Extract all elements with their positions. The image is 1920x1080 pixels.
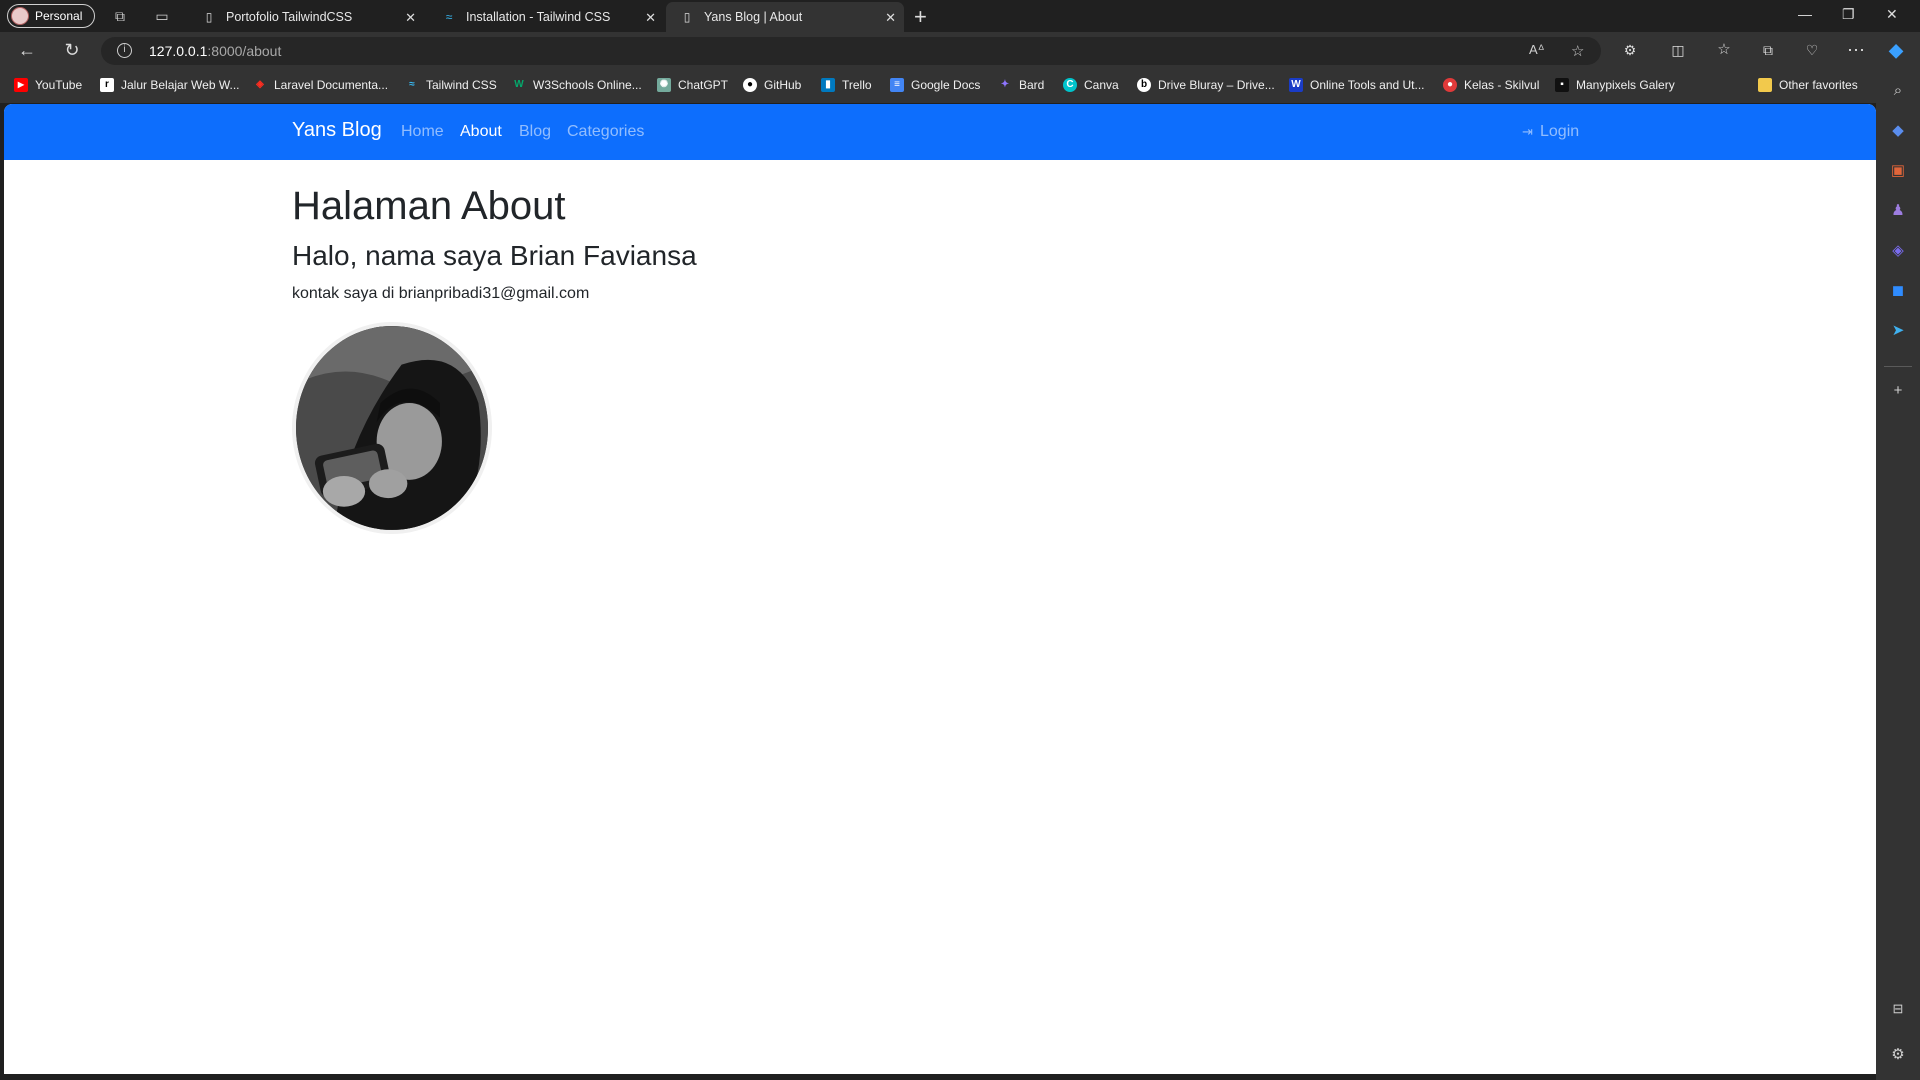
shopping-icon[interactable]: ◆ (1889, 122, 1907, 140)
bookmark-drive-bluray[interactable]: b Drive Bluray – Drive... (1137, 78, 1275, 92)
tab-strip: Personal ⧉ ▭ ▯ Portofolio TailwindCSS ✕ … (0, 0, 1920, 32)
add-icon[interactable]: + (1889, 382, 1907, 400)
minimize-icon[interactable]: — (1798, 6, 1812, 22)
site-navbar: Yans Blog Home About Blog Categories ⇥ L… (4, 104, 1876, 160)
bookmark-manypixels[interactable]: ▪ Manypixels Galery (1555, 78, 1675, 92)
window-close-icon[interactable]: ✕ (1886, 6, 1898, 23)
site-info-icon[interactable]: i (117, 43, 132, 58)
bookmarks-bar: ▶ YouTube r Jalur Belajar Web W... ◈ Larave… (0, 68, 1920, 103)
bard-icon: ✦ (1000, 79, 1010, 90)
nav-link-about[interactable]: About (460, 123, 502, 141)
bookmark-other-favorites[interactable]: Other favorites (1758, 78, 1858, 92)
profile-label: Personal (35, 9, 83, 23)
page-icon: ▯ (205, 10, 213, 24)
refresh-icon[interactable]: ↻ (62, 40, 82, 60)
page-title: Halaman About (292, 184, 566, 228)
bookmark-github[interactable]: ● GitHub (743, 78, 801, 92)
online-tools-icon: W (1289, 78, 1303, 92)
close-icon[interactable]: ✕ (405, 10, 416, 26)
bookmark-chatgpt[interactable]: ✺ ChatGPT (657, 78, 728, 92)
manypixels-icon: ▪ (1555, 78, 1569, 92)
trello-icon: ▮ (821, 78, 835, 92)
bookmark-w3schools[interactable]: W W3Schools Online... (512, 78, 641, 92)
canva-icon: C (1063, 78, 1077, 92)
github-icon: ● (743, 78, 757, 92)
games-icon[interactable]: ♟ (1889, 202, 1907, 220)
bookmark-trello[interactable]: ▮ Trello (821, 78, 872, 92)
tab-yans-blog-about[interactable]: ▯ Yans Blog | About ✕ (666, 2, 904, 32)
youtube-icon: ▶ (14, 78, 28, 92)
nav-link-categories[interactable]: Categories (567, 123, 644, 141)
chatgpt-icon: ✺ (657, 78, 671, 92)
bookmark-laravel[interactable]: ◈ Laravel Documenta... (253, 78, 388, 92)
bookmark-jalur-belajar[interactable]: r Jalur Belajar Web W... (100, 78, 240, 92)
login-link[interactable]: ⇥ Login (1522, 123, 1579, 141)
telegram-icon[interactable]: ➤ (1889, 322, 1907, 340)
search-icon[interactable]: ⌕ (1889, 82, 1907, 100)
settings-icon[interactable]: ⚙ (1889, 1046, 1907, 1064)
nav-link-home[interactable]: Home (401, 123, 444, 141)
more-icon[interactable]: ⋯ (1846, 40, 1866, 60)
workspaces-icon[interactable]: ⧉ (112, 8, 128, 24)
tab-portofolio[interactable]: ▯ Portofolio TailwindCSS ✕ (188, 2, 424, 32)
skilvul-icon: ● (1443, 78, 1457, 92)
nav-link-blog[interactable]: Blog (519, 123, 551, 141)
browser-essentials-icon[interactable]: ♡ (1802, 40, 1822, 60)
bookmark-canva[interactable]: C Canva (1063, 78, 1119, 92)
favorites-icon[interactable]: ☆ (1714, 40, 1734, 60)
w3schools-icon: W (514, 79, 524, 90)
tab-installation[interactable]: ≈ Installation - Tailwind CSS ✕ (428, 2, 664, 32)
laravel-icon: ◈ (256, 79, 264, 90)
bookmark-online-tools[interactable]: W Online Tools and Ut... (1289, 78, 1425, 92)
bookmark-google-docs[interactable]: ≡ Google Docs (890, 78, 980, 92)
tailwind-icon: ≈ (409, 79, 415, 90)
navbar-brand[interactable]: Yans Blog (292, 119, 382, 142)
drive-bluray-icon: b (1137, 78, 1151, 92)
contact-text: kontak saya di brianpribadi31@gmail.com (292, 285, 590, 302)
tab-title: Installation - Tailwind CSS (466, 10, 611, 24)
address-url[interactable]: 127.0.0.1:8000/about (149, 43, 281, 59)
collections-icon[interactable]: ⧉ (1758, 40, 1778, 60)
bookmark-bard[interactable]: ✦ Bard (998, 78, 1045, 92)
tailwind-icon: ≈ (445, 10, 453, 24)
new-tab-icon[interactable]: + (914, 4, 927, 30)
browser-window: Personal ⧉ ▭ ▯ Portofolio TailwindCSS ✕ … (0, 0, 1920, 1080)
copilot-sidebar-icon[interactable]: ◈ (1889, 242, 1907, 260)
close-icon[interactable]: ✕ (645, 10, 656, 26)
read-aloud-icon[interactable]: Aᐞ (1529, 42, 1545, 58)
google-docs-icon: ≡ (890, 78, 904, 92)
tab-title: Portofolio TailwindCSS (226, 10, 353, 24)
profile-photo-graphic (296, 326, 488, 530)
add-favorite-icon[interactable]: ☆ (1571, 42, 1584, 60)
tab-title: Yans Blog | About (704, 10, 803, 24)
back-icon[interactable]: ← (17, 40, 37, 60)
restore-icon[interactable]: ❐ (1842, 6, 1855, 23)
page-viewport: Yans Blog Home About Blog Categories ⇥ L… (4, 104, 1876, 1074)
vertical-tabs-icon[interactable]: ▭ (154, 8, 170, 24)
hide-sidebar-icon[interactable]: ⊟ (1889, 1000, 1907, 1018)
login-icon: ⇥ (1522, 124, 1533, 139)
split-screen-icon[interactable]: ◫ (1668, 40, 1688, 60)
outlook-icon[interactable]: ◼ (1889, 282, 1907, 300)
profile-button[interactable]: Personal (7, 4, 95, 28)
page-icon: ▯ (683, 10, 691, 24)
folder-icon (1758, 78, 1772, 92)
bookmark-youtube[interactable]: ▶ YouTube (14, 78, 82, 92)
address-bar[interactable]: i 127.0.0.1:8000/about Aᐞ ☆ (101, 37, 1601, 65)
sidebar-divider (1884, 366, 1912, 367)
codepolitan-icon: r (100, 78, 114, 92)
profile-avatar (11, 7, 29, 25)
copilot-icon[interactable]: ◆ (1886, 40, 1906, 60)
extensions-icon[interactable]: ⚙ (1620, 40, 1640, 60)
bookmark-skilvul[interactable]: ● Kelas - Skilvul (1443, 78, 1539, 92)
tools-icon[interactable]: ▣ (1889, 162, 1907, 180)
close-icon[interactable]: ✕ (885, 10, 896, 26)
intro-heading: Halo, nama saya Brian Faviansa (292, 240, 697, 271)
profile-photo (292, 322, 492, 534)
edge-sidebar: ⌕ ◆ ▣ ♟ ◈ ◼ ➤ + ⊟ ⚙ (1876, 68, 1920, 1080)
bookmark-tailwind[interactable]: ≈ Tailwind CSS (405, 78, 496, 92)
